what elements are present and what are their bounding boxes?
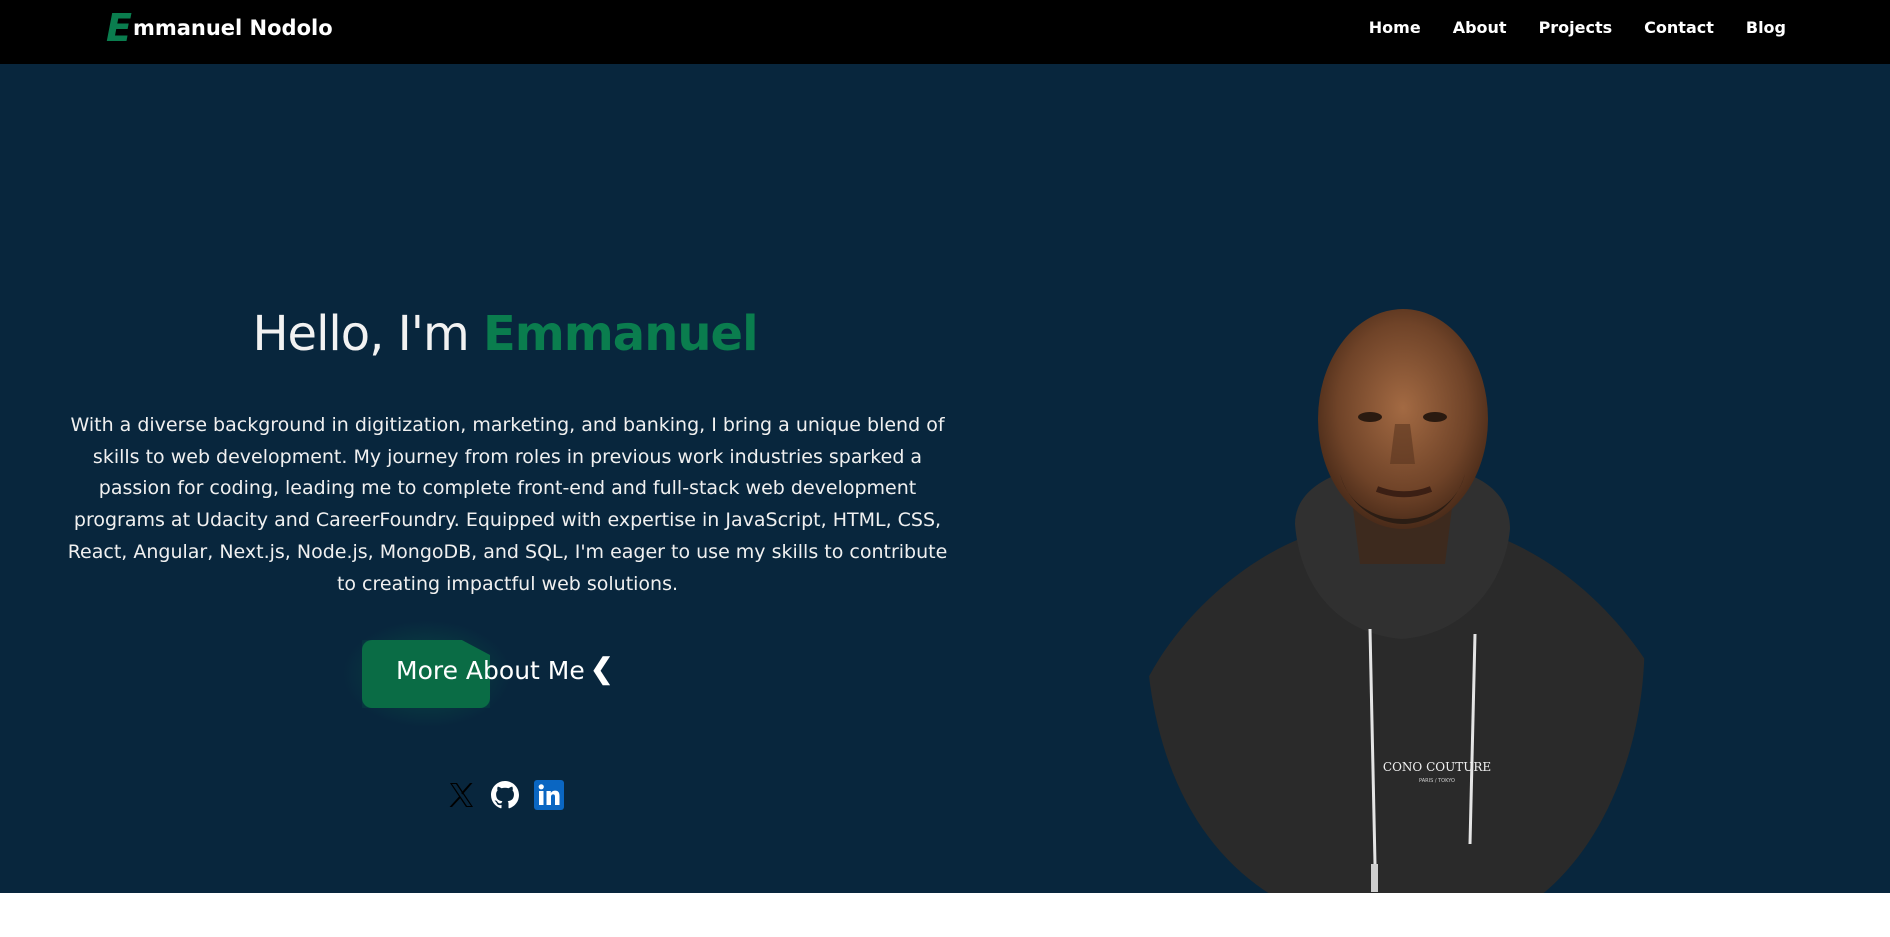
hero-section: Hello, I'm Emmanuel With a diverse backg… bbox=[0, 64, 1890, 935]
nav-link-blog[interactable]: Blog bbox=[1746, 18, 1786, 37]
nav-links: Home About Projects Contact Blog bbox=[1369, 18, 1786, 37]
brand-logo-link[interactable]: E mmanuel Nodolo bbox=[106, 8, 333, 48]
top-navbar: E mmanuel Nodolo Home About Projects Con… bbox=[0, 0, 1890, 64]
nav-link-contact[interactable]: Contact bbox=[1644, 18, 1714, 37]
chevron-left-icon: ❮ bbox=[590, 653, 614, 684]
more-about-me-button[interactable]: More About Me ❮ bbox=[342, 620, 620, 728]
social-links bbox=[446, 780, 564, 810]
github-icon[interactable] bbox=[490, 780, 520, 810]
x-twitter-icon[interactable] bbox=[446, 780, 476, 810]
profile-photo: CONO COUTURE PARIS / TOKYO bbox=[1147, 304, 1645, 935]
linkedin-icon[interactable] bbox=[534, 780, 564, 810]
hoodie-text: CONO COUTURE bbox=[1383, 760, 1491, 774]
nav-link-about[interactable]: About bbox=[1453, 18, 1507, 37]
more-about-me-label: More About Me bbox=[396, 656, 585, 685]
hoodie-subtext: PARIS / TOKYO bbox=[1419, 778, 1455, 784]
page-bottom-area bbox=[0, 893, 1890, 937]
nav-link-home[interactable]: Home bbox=[1369, 18, 1421, 37]
brand-logo-letter: E bbox=[106, 6, 132, 50]
brand-name: mmanuel Nodolo bbox=[132, 16, 333, 40]
nav-link-projects[interactable]: Projects bbox=[1539, 18, 1613, 37]
hero-name: Emmanuel bbox=[482, 306, 759, 362]
hero-intro-paragraph: With a diverse background in digitizatio… bbox=[67, 414, 948, 595]
hero-greeting: Hello, I'm bbox=[252, 306, 483, 362]
hero-heading: Hello, I'm Emmanuel bbox=[0, 306, 1010, 362]
